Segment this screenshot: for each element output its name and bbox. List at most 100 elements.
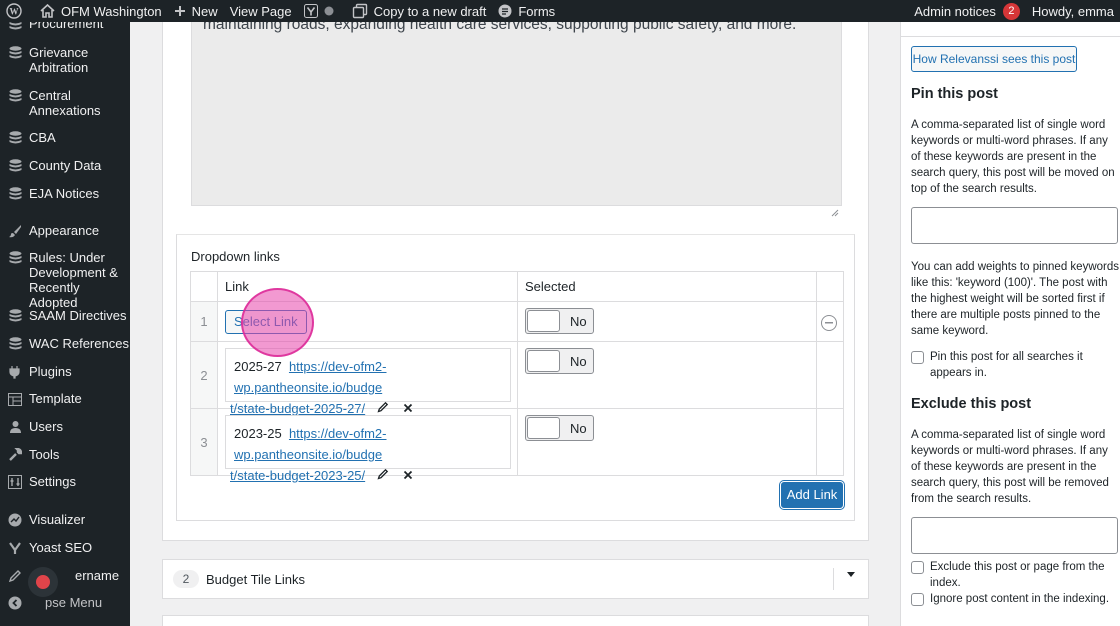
view-page-link[interactable]: View Page: [224, 0, 298, 22]
link-title: 2023-25: [234, 426, 282, 441]
link-value-box: 2023-25 https://dev-ofm2-wp.pantheonsite…: [225, 415, 511, 483]
remove-row-icon[interactable]: [821, 315, 837, 331]
link-title: 2025-27: [234, 359, 282, 374]
accordion-divider: [833, 568, 834, 590]
yoast-admin-button[interactable]: [298, 0, 346, 22]
admin-notices-count-badge: 2: [1002, 2, 1020, 20]
link-cell: 2023-25 https://dev-ofm2-wp.pantheonsite…: [217, 408, 518, 483]
forms-button[interactable]: Forms: [492, 0, 561, 22]
row-number[interactable]: 1: [190, 301, 218, 342]
forms-label: Forms: [518, 3, 556, 19]
sidebar-item-plugins[interactable]: Plugins: [0, 364, 130, 380]
remove-link-icon[interactable]: [400, 465, 416, 486]
checkbox-box[interactable]: [911, 593, 924, 606]
header-actions-cell: [816, 271, 844, 302]
sidebar-item-appearance[interactable]: Appearance: [0, 223, 130, 239]
recording-indicator: [28, 567, 58, 597]
copy-draft-button[interactable]: Copy to a new draft: [346, 0, 493, 22]
selected-cell: No: [517, 301, 817, 342]
next-accordion-row[interactable]: [162, 615, 869, 626]
link-url-continued[interactable]: t/state-budget-2025-27/: [230, 401, 365, 416]
database-icon: [7, 308, 23, 324]
row-actions-cell: [816, 301, 844, 342]
sidebar-item-saam-directives[interactable]: SAAM Directives: [0, 308, 130, 324]
sidebar-item-users[interactable]: Users: [0, 419, 130, 435]
exclude-keywords-textarea[interactable]: [911, 517, 1118, 554]
checkbox-box[interactable]: [911, 561, 924, 574]
sidebar-item-yoast-seo[interactable]: Yoast SEO: [0, 540, 130, 556]
sidebar-item-username[interactable]: ername: [0, 568, 130, 584]
my-account-menu[interactable]: Howdy, emma: [1026, 0, 1120, 22]
yoast-icon: [7, 540, 23, 556]
how-relevanssi-sees-button[interactable]: How Relevanssi sees this post: [911, 46, 1077, 72]
pin-keywords-textarea[interactable]: [911, 207, 1118, 244]
ignore-content-checkbox[interactable]: Ignore post content in the indexing.: [911, 591, 1119, 607]
admin-bar: W OFM Washington New View Page Copy to a…: [0, 0, 1120, 22]
row-number[interactable]: 2: [190, 341, 218, 409]
sidebar-item-grievance-arbitration[interactable]: Grievance Arbitration: [0, 45, 130, 75]
textarea-footer: [191, 205, 842, 220]
resize-handle-icon[interactable]: [831, 209, 839, 217]
sidebar-item-template[interactable]: Template: [0, 391, 130, 407]
sidebar-item-cba[interactable]: CBA: [0, 130, 130, 146]
sidebar-item-visualizer[interactable]: Visualizer: [0, 512, 130, 528]
site-name-link[interactable]: OFM Washington: [34, 0, 168, 22]
checkbox-box[interactable]: [911, 351, 924, 364]
edit-link-icon[interactable]: [375, 465, 391, 486]
sidebar-item-settings[interactable]: Settings: [0, 474, 130, 490]
row-actions-cell: [816, 341, 844, 409]
plus-icon: [174, 5, 186, 17]
copy-icon: [352, 3, 368, 19]
link-url-line-2: t/state-budget-2023-25/: [230, 468, 366, 483]
wrench-icon: [7, 447, 23, 463]
sidebar-item-wac-references[interactable]: WAC References: [0, 336, 130, 352]
accordion-toggle-icon[interactable]: [846, 570, 856, 582]
toggle-knob: [527, 310, 560, 332]
exclude-from-index-checkbox[interactable]: Exclude this post or page from the index…: [911, 559, 1119, 591]
home-icon: [40, 4, 55, 18]
new-content-button[interactable]: New: [168, 0, 224, 22]
sidebar-item-rules[interactable]: Rules: Under Development & Recently Adop…: [0, 250, 130, 310]
selected-toggle[interactable]: No: [525, 308, 594, 334]
relevanssi-metabox: How Relevanssi sees this post Pin this p…: [900, 22, 1120, 626]
status-dot-icon: [324, 6, 334, 16]
howdy-label: Howdy, emma: [1031, 3, 1114, 19]
row-actions-cell: [816, 408, 844, 476]
pencil-icon: [7, 568, 23, 584]
svg-text:W: W: [10, 7, 19, 17]
link-url-continued[interactable]: t/state-budget-2023-25/: [230, 468, 365, 483]
exclude-post-heading: Exclude this post: [911, 396, 1032, 412]
budget-tile-links-accordion[interactable]: 2 Budget Tile Links: [162, 559, 869, 599]
selected-toggle[interactable]: No: [525, 415, 594, 441]
row-number[interactable]: 3: [190, 408, 218, 476]
wordpress-logo-button[interactable]: W: [0, 0, 34, 22]
database-icon: [7, 130, 23, 146]
table-row: 3 2023-25 https://dev-ofm2-wp.pantheonsi…: [190, 408, 844, 483]
collapse-menu-button[interactable]: pse Menu: [0, 595, 130, 611]
content-textarea[interactable]: [191, 22, 842, 220]
wordpress-icon: W: [6, 3, 22, 19]
plugin-icon: [7, 364, 23, 380]
yoast-icon: [303, 4, 318, 18]
accordion-label: Budget Tile Links: [206, 571, 306, 587]
click-highlight: [241, 288, 314, 357]
toggle-label: No: [570, 353, 587, 369]
database-icon: [7, 88, 23, 104]
collapse-icon: [7, 595, 23, 611]
copy-draft-label: Copy to a new draft: [373, 3, 487, 19]
database-icon: [7, 45, 23, 61]
pin-weights-description: You can add weights to pinned keywords l…: [911, 261, 1119, 337]
sidebar-item-tools[interactable]: Tools: [0, 447, 130, 463]
pin-all-searches-checkbox[interactable]: Pin this post for all searches it appear…: [911, 349, 1119, 381]
selected-toggle[interactable]: No: [525, 348, 594, 374]
sidebar-item-county-data[interactable]: County Data: [0, 158, 130, 174]
sidebar-item-procurement[interactable]: Procurement: [0, 22, 130, 32]
template-icon: [7, 391, 23, 407]
sidebar-item-central-annexations[interactable]: Central Annexations: [0, 88, 130, 118]
toggle-label: No: [570, 420, 587, 436]
admin-notices-button[interactable]: Admin notices 2: [908, 0, 1026, 22]
database-icon: [7, 186, 23, 202]
database-icon: [7, 22, 23, 32]
add-link-button[interactable]: Add Link: [781, 482, 843, 508]
sidebar-item-eja-notices[interactable]: EJA Notices: [0, 186, 130, 202]
